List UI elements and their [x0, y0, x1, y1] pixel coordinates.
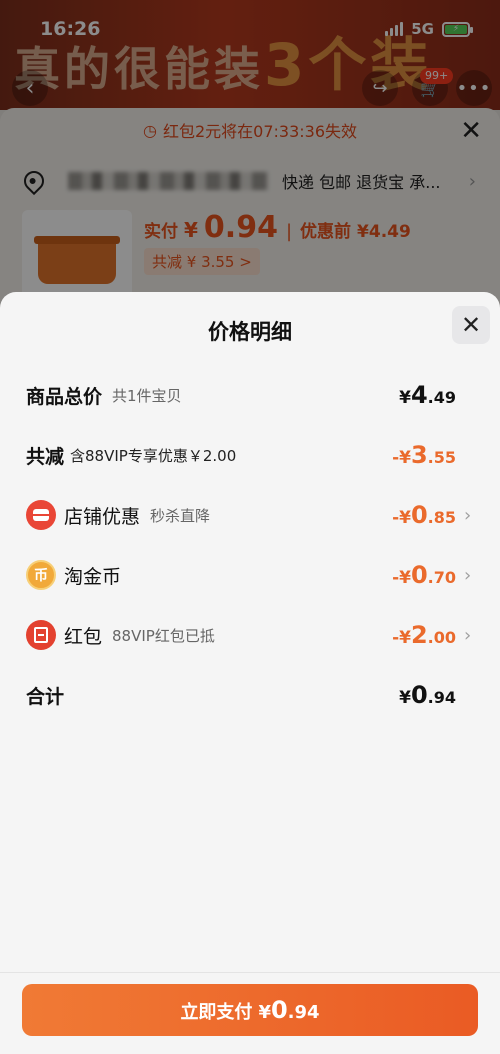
- row-value: ¥0.94: [399, 681, 456, 709]
- red-packet-icon: [26, 620, 56, 650]
- shop-icon: [26, 500, 56, 530]
- sheet-title: 价格明细: [208, 320, 292, 344]
- row-value: -¥ 0.70: [392, 561, 456, 589]
- row-label: 店铺优惠: [64, 505, 141, 528]
- close-icon[interactable]: ✕: [452, 306, 490, 344]
- row-taojinbi[interactable]: 币 淘金币 -¥ 0.70 ›: [26, 560, 474, 590]
- footer-divider: [0, 972, 500, 973]
- row-red-packet[interactable]: 红包 88VIP红包已抵 -¥ 2.00 ›: [26, 620, 474, 650]
- row-value: -¥ 0.85: [392, 501, 456, 529]
- row-total: 合计 ¥0.94: [26, 680, 474, 710]
- price-detail-sheet: 价格明细 ✕ 商品总价 共1件宝贝 ¥4.49 共减 含88VIP专享优惠￥2.…: [0, 292, 500, 1054]
- chevron-right-icon: ›: [464, 504, 472, 526]
- row-value: ¥4.49: [399, 381, 456, 409]
- coin-icon: 币: [26, 560, 56, 590]
- chevron-right-icon: ›: [464, 624, 472, 646]
- row-value: -¥ 3.55: [392, 441, 456, 469]
- chevron-right-icon: ›: [464, 564, 472, 586]
- row-label: 商品总价: [26, 385, 103, 408]
- row-label: 淘金币: [64, 565, 122, 588]
- row-value: -¥ 2.00: [392, 621, 456, 649]
- row-sub: 含88VIP专享优惠￥2.00: [70, 446, 237, 465]
- row-label: 合计: [26, 685, 65, 708]
- row-shop-discount[interactable]: 店铺优惠 秒杀直降 -¥ 0.85 ›: [26, 500, 474, 530]
- row-sub: 秒杀直降: [150, 506, 211, 525]
- pay-now-button[interactable]: 立即支付 ¥0.94: [22, 984, 478, 1036]
- row-sub: 88VIP红包已抵: [112, 626, 215, 645]
- row-label: 共减: [26, 445, 65, 468]
- row-total-reduction: 共减 含88VIP专享优惠￥2.00 -¥ 3.55: [26, 440, 474, 470]
- row-goods-total: 商品总价 共1件宝贝 ¥4.49: [26, 380, 474, 410]
- row-label: 红包: [64, 625, 103, 648]
- row-sub: 共1件宝贝: [112, 386, 182, 405]
